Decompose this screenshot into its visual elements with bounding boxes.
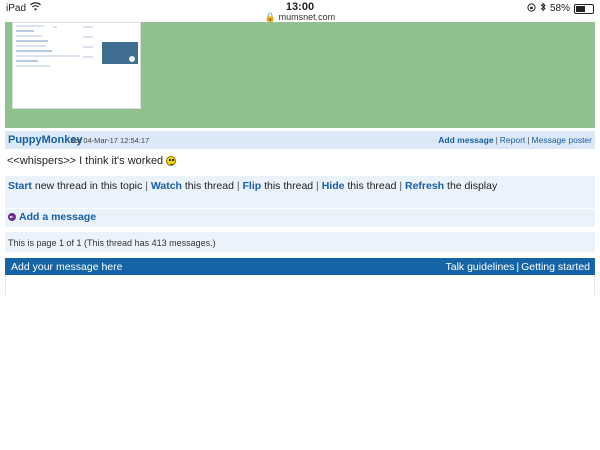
posted-image-thumbnail[interactable]	[12, 22, 141, 109]
rotation-lock-icon	[527, 2, 536, 15]
report-link[interactable]: Report	[500, 135, 526, 145]
reply-links: Talk guidelines | Getting started	[445, 261, 591, 273]
arrow-circle-icon	[8, 213, 16, 221]
status-bar: iPad 13:00 🔒 mumsnet.com 58%	[0, 0, 600, 22]
lock-icon: 🔒	[264, 12, 277, 22]
add-message-link[interactable]: Add message	[438, 135, 493, 145]
page-info-bar: This is page 1 of 1 (This thread has 413…	[5, 232, 595, 252]
refresh-text: the display	[447, 180, 498, 192]
hide-thread-text: this thread	[347, 180, 397, 192]
battery-icon	[574, 3, 594, 14]
flip-thread-link[interactable]: Flip	[243, 180, 262, 192]
watch-thread-link[interactable]: Watch	[151, 180, 182, 192]
reply-box[interactable]	[5, 275, 595, 295]
message-poster-link[interactable]: Message poster	[532, 135, 592, 145]
page-info-text: This is page 1 of 1 (This thread has 413…	[8, 238, 216, 248]
post-text: <<whispers>> I think it's worked	[7, 155, 164, 167]
add-a-message-link[interactable]: Add a message	[19, 211, 96, 223]
url-text: mumsnet.com	[278, 12, 336, 22]
start-thread-link[interactable]: Start	[8, 180, 32, 192]
bluetooth-icon	[540, 2, 546, 15]
post-date: Sat 04-Mar-17 12:54:17	[70, 136, 150, 145]
status-right: 58%	[527, 2, 594, 15]
getting-started-link[interactable]: Getting started	[521, 261, 590, 273]
watch-thread-text: this thread	[184, 180, 234, 192]
flip-thread-text: this thread	[264, 180, 314, 192]
talk-guidelines-link[interactable]: Talk guidelines	[446, 261, 515, 273]
battery-level	[576, 5, 585, 12]
refresh-link[interactable]: Refresh	[405, 180, 444, 192]
add-a-message-row[interactable]: Add a message	[5, 209, 595, 227]
post-header: PuppyMonkey Sat 04-Mar-17 12:54:17 Add m…	[5, 131, 595, 149]
thread-actions: Start new thread in this topic | Watch t…	[5, 176, 595, 208]
battery-percent: 58%	[549, 3, 570, 14]
posted-image-area	[5, 22, 595, 128]
post-actions: Add message | Report | Message poster	[438, 135, 592, 145]
reply-header: Add your message here Talk guidelines | Ge…	[5, 258, 595, 275]
post-body: <<whispers>> I think it's worked	[7, 155, 177, 167]
hide-thread-link[interactable]: Hide	[322, 180, 345, 192]
thumbnail-ad-block	[102, 42, 138, 64]
start-thread-text: new thread in this topic	[34, 180, 143, 192]
reply-title: Add your message here	[11, 261, 123, 273]
smiley-icon	[166, 156, 177, 166]
